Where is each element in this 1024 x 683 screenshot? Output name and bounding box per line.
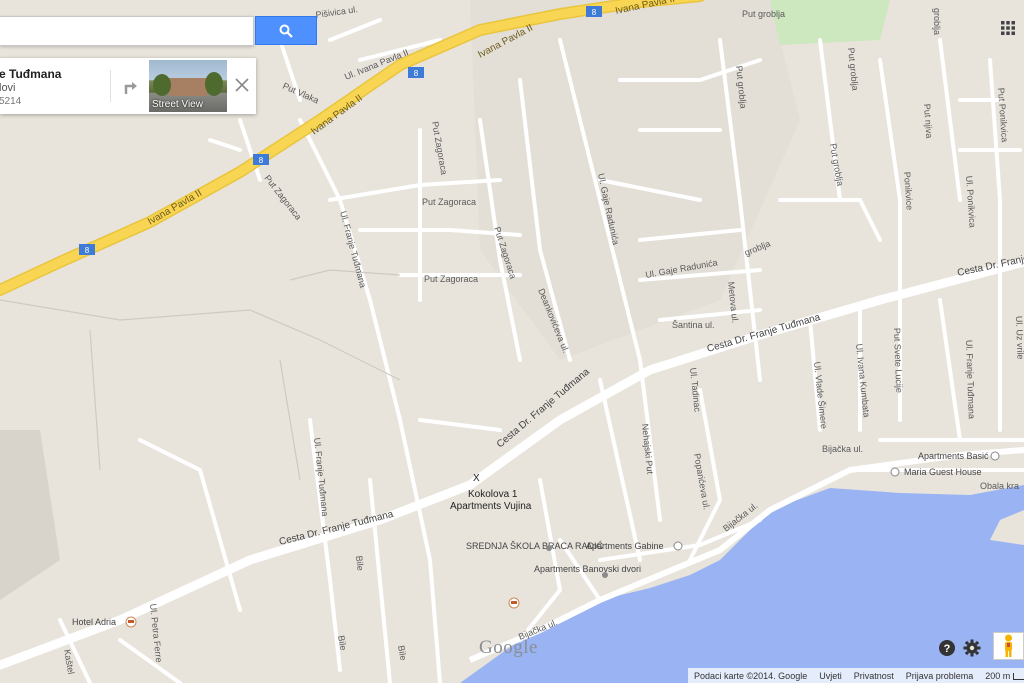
road-label: Put Zagoraca [424,274,478,284]
pegman-button[interactable] [993,632,1024,660]
poi-maria-guest-house[interactable]: Maria Guest House [890,467,982,477]
tree-image [205,72,223,96]
search-input[interactable] [0,16,254,46]
svg-text:Hotel Adria: Hotel Adria [72,617,116,627]
google-logo: Google [479,637,538,658]
place-title: e Tuđmana [0,67,62,81]
privacy-link[interactable]: Privatnost [848,671,900,681]
tree-image [153,74,171,96]
park-area [770,0,890,45]
map-footer: Podaci karte ©2014. Google Uvjeti Privat… [688,668,1024,683]
svg-text:Apartments Basić: Apartments Basić [918,451,989,461]
place-card[interactable]: e Tuđmana lovi 5214 Street View [0,58,256,114]
pegman-icon [1005,634,1012,657]
road-label: Put Zagoraca [422,197,476,207]
svg-text:SREDNJA ŠKOLA BRACA RADIĆ: SREDNJA ŠKOLA BRACA RADIĆ [466,541,604,551]
report-problem-link[interactable]: Prijava problema [900,671,980,681]
directions-icon[interactable] [120,76,140,96]
road-label: groblja [932,8,942,35]
svg-text:8: 8 [414,69,419,78]
road-label: Šantina ul. [672,320,715,330]
road-label: Bile [354,555,366,571]
scale-bar [1013,672,1024,680]
svg-text:8: 8 [592,8,597,17]
search-field[interactable] [6,19,250,45]
svg-text:Apartments Banovski dvori: Apartments Banovski dvori [534,564,641,574]
street-view-label: Street View [152,99,203,110]
highway-shield: 8 [586,6,602,17]
svg-text:Kokolova 1: Kokolova 1 [468,489,518,500]
road-label: Ul. Uz vrile [1014,316,1024,360]
road-label: Obala kra [980,481,1019,491]
svg-text:8: 8 [259,156,264,165]
place-subtitle: lovi [0,82,16,94]
road-label: Bijačka ul. [822,444,863,454]
terms-link[interactable]: Uvjeti [813,671,848,681]
scale-indicator: 200 m [979,671,1024,681]
apps-grid-icon[interactable] [1000,20,1016,36]
svg-text:Apartments Vujina: Apartments Vujina [450,501,532,512]
svg-text:Maria Guest House: Maria Guest House [904,467,982,477]
svg-text:X: X [473,473,480,484]
highway-shield: 8 [253,154,269,165]
poi-school[interactable]: SREDNJA ŠKOLA BRACA RADIĆ [466,541,604,551]
road-label: Put groblja [742,9,785,19]
hotel-icon [128,620,134,623]
svg-text:Apartments Gabine: Apartments Gabine [586,541,664,551]
place-number: 5214 [0,96,22,107]
close-icon[interactable] [234,77,250,93]
street-view-thumbnail[interactable]: Street View [149,60,227,112]
gear-icon[interactable] [963,639,981,657]
highway-shield: 8 [408,67,424,78]
poi-apartments-basic[interactable]: Apartments Basić [918,451,1000,461]
poi-hotel-bijacka[interactable] [508,597,520,609]
search-icon [279,24,293,38]
building-image [169,78,207,96]
svg-text:?: ? [944,643,951,655]
svg-text:8: 8 [85,246,90,255]
card-divider [110,70,111,102]
search-button[interactable] [255,16,317,45]
scale-label: 200 m [985,670,1011,681]
highway-shield: 8 [79,244,95,255]
hotel-icon [511,601,517,604]
help-icon[interactable]: ? [938,639,956,657]
map-data-credit: Podaci karte ©2014. Google [694,670,808,681]
